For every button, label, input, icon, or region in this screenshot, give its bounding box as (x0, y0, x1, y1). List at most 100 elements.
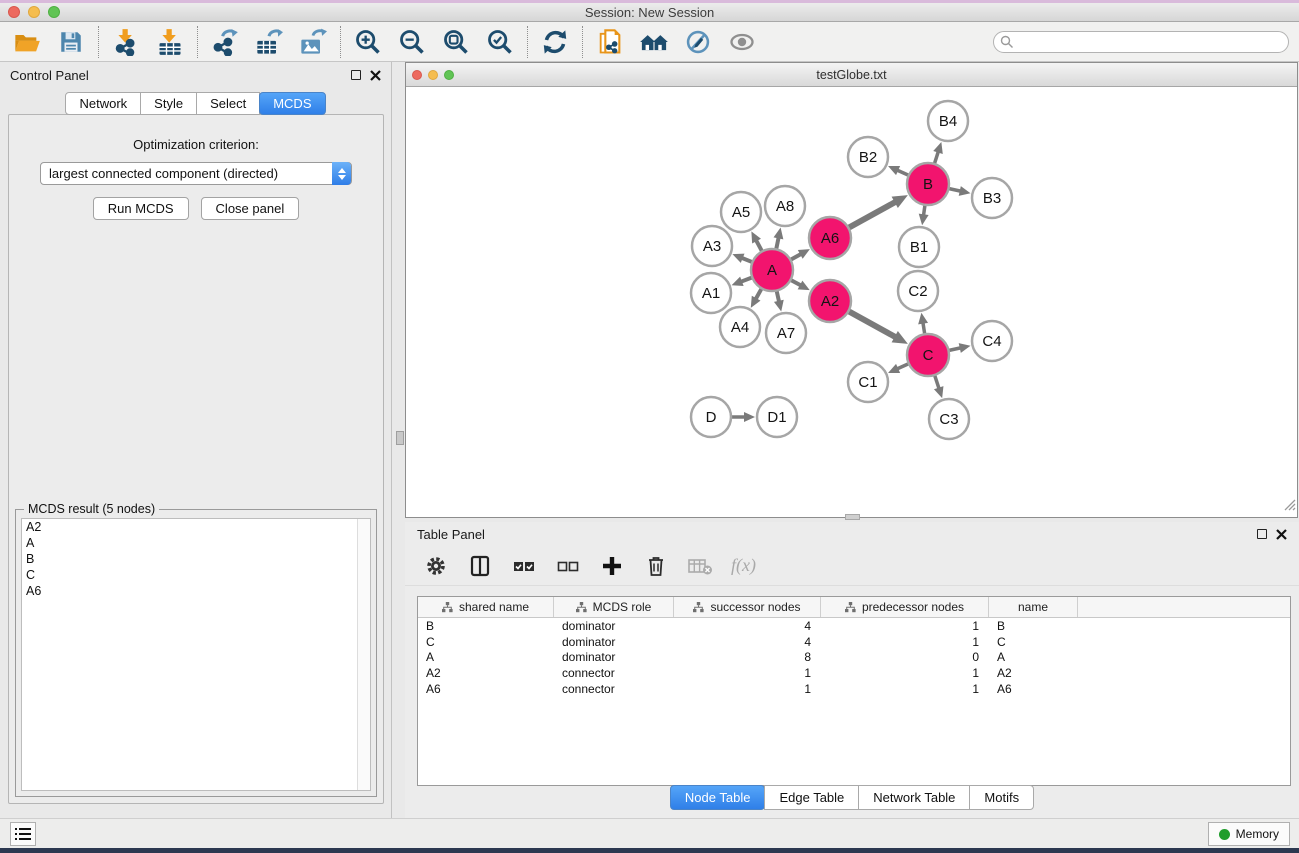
network-horizontal-scrollbar-thumb[interactable] (845, 514, 860, 520)
graph-edge-B-B3[interactable] (949, 188, 962, 191)
criterion-dropdown[interactable]: largest connected component (directed) (40, 162, 352, 185)
graph-edge-A6-B[interactable] (848, 201, 896, 227)
table-cell: A2 (989, 666, 1078, 680)
column-header-successor-nodes[interactable]: successor nodes (674, 597, 821, 617)
task-history-button[interactable] (10, 822, 36, 846)
graph-node-label: A8 (776, 198, 794, 215)
graph-edge-B-B4[interactable] (934, 151, 938, 164)
import-table-icon[interactable] (155, 27, 185, 57)
node-table[interactable]: shared nameMCDS rolesuccessor nodesprede… (417, 596, 1291, 786)
mcds-result-title: MCDS result (5 nodes) (24, 502, 159, 516)
graph-node-label: A7 (777, 325, 795, 342)
graph-edge-arrowhead (918, 313, 928, 325)
graph-edge-C-C3[interactable] (935, 375, 940, 390)
run-mcds-button[interactable]: Run MCDS (93, 197, 189, 220)
tab-style[interactable]: Style (140, 92, 197, 115)
dropdown-stepper-icon (332, 162, 351, 185)
delete-column-trash-icon[interactable] (643, 553, 669, 579)
close-panel-icon[interactable] (370, 70, 381, 81)
table-row[interactable]: A6connector11A6 (418, 681, 1290, 697)
tab-network-table[interactable]: Network Table (858, 785, 970, 810)
network-canvas[interactable]: B4B2BB3A5A8A6A3B1AA1C2A2A4A7C4CC1C3DD1 (406, 87, 1297, 517)
export-table-icon[interactable] (254, 27, 284, 57)
graph-edge-B-B2[interactable] (896, 170, 909, 176)
memory-button[interactable]: Memory (1208, 822, 1290, 846)
main-titlebar: Session: New Session (0, 3, 1299, 22)
control-panel: Control Panel NetworkStyleSelectMCDS Opt… (0, 62, 392, 818)
table-header-row: shared nameMCDS rolesuccessor nodesprede… (418, 597, 1290, 618)
export-network-icon[interactable] (210, 27, 240, 57)
tab-mcds[interactable]: MCDS (259, 92, 325, 115)
tab-node-table[interactable]: Node Table (670, 785, 766, 810)
float-table-panel-icon[interactable] (1257, 529, 1267, 539)
tab-network[interactable]: Network (65, 92, 141, 115)
mcds-list-scrollbar[interactable] (357, 519, 370, 790)
graph-edge-C-C1[interactable] (896, 364, 909, 370)
mcds-result-item[interactable]: A2 (22, 519, 370, 535)
graph-node-label: A4 (731, 319, 749, 336)
table-cell: A6 (989, 682, 1078, 696)
network-vertical-scrollbar-thumb[interactable] (396, 431, 404, 445)
graph-node-label: A6 (821, 230, 839, 247)
column-header-shared-name[interactable]: shared name (418, 597, 554, 617)
table-row[interactable]: A2connector11A2 (418, 665, 1290, 681)
new-network-from-selection-icon[interactable] (595, 27, 625, 57)
save-session-icon[interactable] (56, 27, 86, 57)
table-row[interactable]: Adominator80A (418, 650, 1290, 666)
graph-edge-C-C4[interactable] (949, 348, 962, 351)
open-file-icon[interactable] (12, 27, 42, 57)
window-title: Session: New Session (0, 5, 1299, 20)
graph-edge-A2-C[interactable] (848, 311, 896, 337)
table-toolbar: f(x) (405, 546, 1299, 586)
table-cell: connector (554, 682, 674, 696)
graph-edge-A-A4[interactable] (755, 288, 762, 300)
table-cell: 1 (674, 666, 821, 680)
network-window-titlebar[interactable]: testGlobe.txt (406, 63, 1297, 87)
graph-node-label: C4 (982, 333, 1001, 350)
import-network-icon[interactable] (111, 27, 141, 57)
tab-motifs[interactable]: Motifs (969, 785, 1034, 810)
main-toolbar (0, 22, 1299, 62)
zoom-selected-icon[interactable] (485, 27, 515, 57)
table-cell: 1 (821, 666, 989, 680)
tab-select[interactable]: Select (196, 92, 260, 115)
show-columns-icon[interactable] (467, 553, 493, 579)
table-cell: 1 (821, 635, 989, 649)
zoom-in-icon[interactable] (353, 27, 383, 57)
table-settings-gear-icon[interactable] (423, 553, 449, 579)
refresh-icon[interactable] (540, 27, 570, 57)
column-header-MCDS-role[interactable]: MCDS role (554, 597, 674, 617)
table-row[interactable]: Cdominator41C (418, 634, 1290, 650)
table-row[interactable]: Bdominator41B (418, 618, 1290, 634)
mcds-result-item[interactable]: A6 (22, 583, 370, 599)
column-header-predecessor-nodes[interactable]: predecessor nodes (821, 597, 989, 617)
graph-edge-A-A5[interactable] (756, 239, 762, 251)
select-all-icon[interactable] (511, 553, 537, 579)
network-graph[interactable]: B4B2BB3A5A8A6A3B1AA1C2A2A4A7C4CC1C3DD1 (406, 87, 1297, 517)
search-input[interactable] (993, 31, 1289, 53)
mcds-result-item[interactable]: C (22, 567, 370, 583)
mcds-result-item[interactable]: B (22, 551, 370, 567)
show-hide-annotations-icon[interactable] (727, 27, 757, 57)
export-image-icon[interactable] (298, 27, 328, 57)
hide-graphics-details-icon[interactable] (683, 27, 713, 57)
zoom-fit-icon[interactable] (441, 27, 471, 57)
close-panel-button[interactable]: Close panel (201, 197, 300, 220)
mcds-result-item[interactable]: A (22, 535, 370, 551)
close-table-panel-icon[interactable] (1276, 529, 1287, 540)
deselect-all-icon[interactable] (555, 553, 581, 579)
graph-node-label: B3 (983, 190, 1001, 207)
table-cell: 4 (674, 635, 821, 649)
tab-edge-table[interactable]: Edge Table (764, 785, 859, 810)
create-column-icon[interactable] (599, 553, 625, 579)
graph-node-label: D1 (767, 409, 786, 426)
zoom-out-icon[interactable] (397, 27, 427, 57)
resize-grip-icon[interactable] (1282, 497, 1296, 516)
houses-icon[interactable] (639, 27, 669, 57)
graph-edge-arrowhead (934, 386, 944, 398)
column-header-name[interactable]: name (989, 597, 1078, 617)
graph-edge-arrowhead (959, 343, 971, 353)
mcds-result-list[interactable]: A2ABCA6 (21, 518, 371, 791)
float-panel-icon[interactable] (351, 70, 361, 80)
graph-node-label: A1 (702, 285, 720, 302)
